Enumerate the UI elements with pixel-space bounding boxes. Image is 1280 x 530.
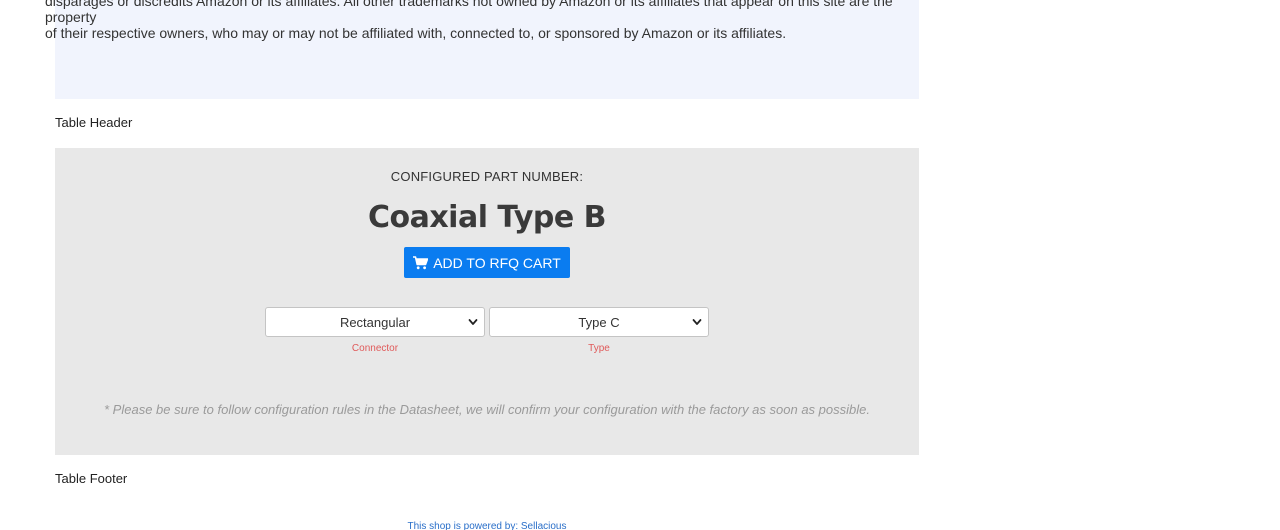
type-hint: Type	[588, 343, 610, 354]
disclaimer-line-1: disparages or discredits Amazon or its a…	[45, 0, 893, 25]
powered-by-prefix: This shop is powered by:	[407, 521, 521, 530]
type-select[interactable]: Type C	[489, 307, 709, 337]
table-footer-label: Table Footer	[55, 471, 128, 486]
part-number-title: Coaxial Type B	[367, 200, 607, 235]
sellacious-link[interactable]: Sellacious	[521, 521, 567, 530]
disclaimer-line-2: of their respective owners, who may or m…	[45, 25, 787, 41]
shopping-cart-icon	[413, 255, 429, 270]
type-select-group: Type C Type	[489, 307, 709, 354]
type-select-value: Type C	[578, 314, 620, 330]
add-to-rfq-cart-button[interactable]: ADD TO RFQ CART	[404, 247, 570, 278]
connector-select[interactable]: Rectangular	[265, 307, 485, 337]
connector-hint: Connector	[351, 343, 399, 354]
powered-by-text: This shop is powered by: Sellacious	[55, 521, 919, 530]
configuration-note: * Please be sure to follow configuration…	[104, 402, 870, 417]
disclaimer-text: disparages or discredits Amazon or its a…	[45, 0, 915, 41]
connector-select-group: Rectangular Connector	[265, 307, 485, 354]
add-to-rfq-cart-label: ADD TO RFQ CART	[433, 254, 561, 271]
connector-select-value: Rectangular	[339, 314, 411, 330]
configured-part-caption: CONFIGURED PART NUMBER:	[390, 169, 584, 184]
chevron-down-icon	[468, 319, 478, 325]
page: disparages or discredits Amazon or its a…	[0, 0, 1280, 530]
table-header-label: Table Header	[55, 115, 133, 130]
configurator-panel: CONFIGURED PART NUMBER: Coaxial Type B A…	[55, 148, 919, 455]
chevron-down-icon	[692, 319, 702, 325]
